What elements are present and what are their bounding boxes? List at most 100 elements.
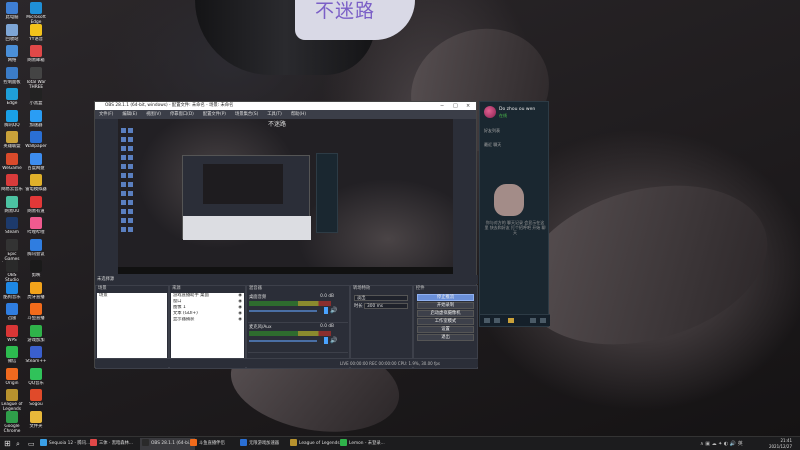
home-icon[interactable] — [484, 318, 490, 323]
desktop-icon[interactable]: Epic Games Launcher — [0, 238, 24, 262]
chat-empty-message: 你与对方的 聊天记录 会显示在这里 快去和好友 打个招呼吧 开始 聊天 — [484, 220, 546, 235]
desktop-icon[interactable]: 小黑盒 — [24, 88, 48, 111]
desktop-icon[interactable]: 虎牙直播 — [24, 281, 48, 305]
desktop-icon[interactable]: WPS — [0, 324, 24, 348]
scene-item[interactable]: 场景 — [97, 293, 167, 299]
maximize-icon[interactable]: □ — [453, 102, 458, 110]
minimize-icon[interactable]: − — [440, 102, 444, 110]
desktop-icon[interactable]: QQ音乐 — [24, 367, 48, 391]
desktop-icon[interactable]: Microsoft Edge — [24, 2, 48, 25]
eye-icon[interactable]: ◉ — [238, 317, 242, 323]
taskbar-item[interactable]: Sequoia 12 - 腾讯... — [40, 438, 90, 450]
scenes-list[interactable]: 场景 — [97, 293, 167, 359]
avatar[interactable] — [484, 106, 496, 118]
sources-list[interactable]: 游戏直播助手 桌面 ◉ 窗口 ◉ 图像 1 ◉ 文本 (GDI+) ◉ 显示器捕获 ◉ — [171, 293, 244, 359]
desktop-icon[interactable]: Total War THREE — [24, 66, 48, 90]
desktop-icon[interactable]: Origin — [0, 367, 24, 391]
menu-icon[interactable] — [540, 318, 546, 323]
desktop-icon[interactable]: Wallpaper — [24, 131, 48, 154]
taskbar-item[interactable]: Lemon - 未登录... — [340, 438, 385, 450]
menu-item[interactable]: 停靠窗口(D) — [170, 112, 194, 117]
desktop-icon[interactable]: 加速器 — [24, 109, 48, 133]
desktop-icon[interactable]: 英雄联盟 — [0, 131, 24, 154]
desktop-icon[interactable]: 腾讯会议 — [24, 238, 48, 262]
settings-icon[interactable] — [530, 318, 536, 323]
desktop-icon[interactable]: 雷电模拟器 — [24, 174, 48, 197]
menu-item[interactable]: 编辑(E) — [122, 112, 137, 117]
desktop-icon[interactable]: 网络 — [0, 45, 24, 68]
desktop-icon[interactable]: YY语音 — [24, 23, 48, 47]
menu-item[interactable]: 场景集合(S) — [235, 112, 258, 117]
obs-window[interactable]: OBS 28.1.1 (64-bit, windows) - 配置文件: 未命名… — [94, 101, 478, 369]
desktop-icon[interactable]: 此电脑 — [0, 2, 24, 25]
search-icon[interactable]: ⌕ — [16, 438, 20, 450]
desktop-icon[interactable]: Google Chrome — [0, 410, 24, 434]
volume-knob[interactable] — [324, 307, 328, 314]
desktop-icon[interactable]: Sogou — [24, 389, 48, 412]
desktop-icon[interactable]: 网易UU — [0, 195, 24, 219]
desktop-icon[interactable]: 文件夹 — [24, 410, 48, 434]
close-icon[interactable]: × — [466, 102, 470, 110]
app-icon — [6, 2, 18, 14]
source-item[interactable]: 显示器捕获 ◉ — [171, 317, 244, 323]
transition-select[interactable]: 淡出 — [354, 295, 408, 301]
people-icon[interactable] — [494, 318, 500, 323]
desktop-icon[interactable]: 微信 — [0, 346, 24, 369]
volume-knob[interactable] — [324, 337, 328, 344]
desktop-icon[interactable]: 哔哩哔哩 — [24, 217, 48, 240]
obs-title-bar[interactable]: OBS 28.1.1 (64-bit, windows) - 配置文件: 未命名… — [95, 102, 476, 110]
desktop-icon[interactable]: OBS Studio — [0, 260, 24, 283]
desktop-icon[interactable]: 酷狗音乐 — [0, 281, 24, 305]
desktop-icon[interactable]: 控制面板 — [0, 66, 24, 90]
taskbar-item[interactable]: League of Legends — [290, 438, 340, 450]
desktop-icon[interactable]: League of Legends — [0, 389, 24, 412]
desktop-icon[interactable]: Steam++ — [24, 346, 48, 369]
control-button[interactable]: 开始录制 — [417, 302, 474, 309]
tray-icons[interactable]: ∧ ▣ ☁ ✦ ◐ 🔊 英 — [700, 438, 743, 450]
star-icon[interactable] — [508, 318, 514, 323]
menu-item[interactable]: 帮助(H) — [291, 112, 306, 117]
volume-slider[interactable] — [249, 340, 317, 342]
chat-footer — [480, 314, 550, 326]
chat-window[interactable]: Do zhou ou wen 在线 好友列表 最近 聊天 你与对方的 聊天记录 … — [479, 101, 550, 327]
taskbar-item[interactable]: 三体 · 黑暗森林... — [90, 438, 133, 450]
speaker-icon[interactable]: 🔊 — [330, 307, 337, 314]
task-view-icon[interactable]: ▭ — [28, 438, 35, 450]
control-button[interactable]: 工作室模式 — [417, 318, 474, 325]
desktop-icon[interactable]: 百度网盘 — [24, 152, 48, 176]
desktop-icon[interactable]: 回收站 — [0, 23, 24, 47]
desktop-icon[interactable]: 腾讯QQ — [0, 109, 24, 133]
obs-preview[interactable]: 不迷路 — [118, 119, 453, 274]
speaker-icon[interactable]: 🔊 — [330, 337, 337, 344]
desktop-icon[interactable]: 游戏加加 — [24, 324, 48, 348]
control-button[interactable]: 停止推流 — [417, 294, 474, 301]
desktop-icon[interactable]: 网易云音乐 — [0, 174, 24, 197]
chat-friends-bar[interactable]: 好友列表 — [484, 128, 544, 133]
start-icon[interactable]: ⊞ — [4, 438, 11, 450]
clock[interactable]: 21:41 2021/12/27 — [769, 438, 792, 449]
controls-buttons: 停止推流 开始录制 启动虚拟摄像机 工作室模式 设置 退出 — [415, 293, 476, 359]
volume-slider[interactable] — [249, 310, 317, 312]
desktop-icon[interactable]: Edge — [0, 88, 24, 111]
taskbar-item[interactable]: 斗鱼直播伴侣 — [190, 438, 225, 450]
source-label-bar: 未选择源 — [95, 275, 478, 284]
desktop-icon[interactable]: 迅雷 — [0, 303, 24, 326]
control-button[interactable]: 启动虚拟摄像机 — [417, 310, 474, 317]
control-button[interactable]: 设置 — [417, 326, 474, 333]
desktop-icon[interactable]: Steam — [0, 217, 24, 240]
desktop-icon[interactable]: 剪映 — [24, 260, 48, 283]
menu-item[interactable]: 视图(V) — [146, 112, 161, 117]
channel-name: 麦克风/Aux — [249, 325, 272, 330]
taskbar-item[interactable]: 无限游戏加速器 — [240, 438, 279, 450]
menu-item[interactable]: 工具(T) — [267, 112, 282, 117]
menu-item[interactable]: 配置文件(P) — [203, 112, 226, 117]
control-button[interactable]: 退出 — [417, 334, 474, 341]
desktop-icon[interactable]: 网易邮箱 — [24, 45, 48, 68]
duration-input[interactable]: 300 ms — [364, 303, 408, 309]
desktop-icon[interactable]: 网易有道 — [24, 195, 48, 219]
chat-recent-tab[interactable]: 最近 聊天 — [484, 142, 501, 148]
desktop-icon[interactable]: WeGame — [0, 152, 24, 176]
taskbar-item[interactable]: OBS 28.1.1 (64-bi... — [140, 438, 196, 450]
desktop-icon[interactable]: 斗鱼直播 — [24, 303, 48, 326]
menu-item[interactable]: 文件(F) — [99, 112, 113, 117]
